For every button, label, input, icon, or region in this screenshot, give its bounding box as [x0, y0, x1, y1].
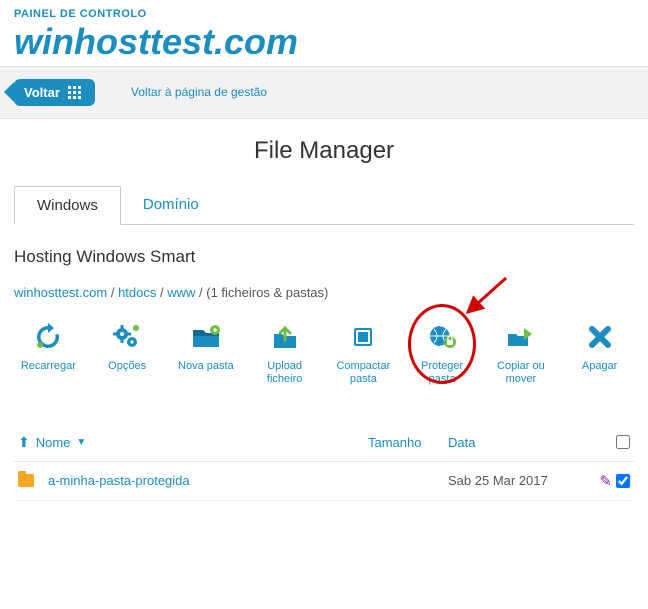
- tabs: Windows Domínio: [14, 185, 634, 225]
- tab-windows[interactable]: Windows: [14, 186, 121, 225]
- compress-icon: [344, 318, 382, 356]
- edit-icon[interactable]: ✎: [599, 472, 612, 490]
- sort-indicator-icon: ▼: [76, 437, 86, 448]
- toolbar: Recarregar Opções Nova pasta Upload fich…: [14, 318, 634, 386]
- up-level-icon[interactable]: ⬆: [18, 434, 30, 451]
- copy-move-button[interactable]: Copiar ou mover: [491, 318, 552, 386]
- upload-file-button[interactable]: Upload ficheiro: [254, 318, 315, 386]
- folder-plus-icon: [187, 318, 225, 356]
- col-name-header[interactable]: Nome: [36, 435, 71, 450]
- upload-icon: [266, 318, 304, 356]
- delete-button[interactable]: Apagar: [569, 318, 630, 386]
- col-date-header[interactable]: Data: [448, 435, 475, 450]
- row-date: Sab 25 Mar 2017: [448, 473, 548, 488]
- shield-globe-icon: [423, 318, 461, 356]
- tab-dominio[interactable]: Domínio: [121, 186, 221, 225]
- breadcrumb-www[interactable]: www: [167, 285, 195, 300]
- section-title: Hosting Windows Smart: [14, 247, 634, 267]
- breadcrumb-root[interactable]: winhosttest.com: [14, 285, 107, 300]
- panel-label: PAINEL DE CONTROLO: [14, 8, 634, 20]
- delete-icon: [581, 318, 619, 356]
- copy-move-icon: [502, 318, 540, 356]
- page-title: File Manager: [14, 137, 634, 165]
- reload-icon: [29, 318, 67, 356]
- row-checkbox[interactable]: [616, 474, 630, 488]
- domain-title: winhosttest.com: [14, 22, 634, 62]
- folder-icon: [18, 474, 34, 487]
- col-size-header[interactable]: Tamanho: [368, 435, 421, 450]
- breadcrumb-htdocs[interactable]: htdocs: [118, 285, 156, 300]
- breadcrumb-count: (1 ficheiros & pastas): [206, 285, 328, 300]
- options-button[interactable]: Opções: [97, 318, 158, 386]
- grid-icon: [68, 86, 81, 99]
- breadcrumb: winhosttest.com / htdocs / www / (1 fich…: [14, 285, 634, 300]
- gears-icon: [108, 318, 146, 356]
- protect-folder-button[interactable]: Proteger pasta: [412, 318, 473, 386]
- reload-button[interactable]: Recarregar: [18, 318, 79, 386]
- compress-folder-button[interactable]: Compactar pasta: [333, 318, 394, 386]
- manage-link[interactable]: Voltar à página de gestão: [131, 85, 267, 99]
- back-button[interactable]: Voltar: [14, 79, 95, 106]
- table-header: ⬆ Nome ▼ Tamanho Data: [14, 424, 634, 462]
- back-label: Voltar: [24, 85, 60, 100]
- table-row: a-minha-pasta-protegida Sab 25 Mar 2017 …: [14, 462, 634, 501]
- select-all-checkbox[interactable]: [616, 435, 630, 449]
- new-folder-button[interactable]: Nova pasta: [176, 318, 237, 386]
- row-name-link[interactable]: a-minha-pasta-protegida: [48, 473, 190, 488]
